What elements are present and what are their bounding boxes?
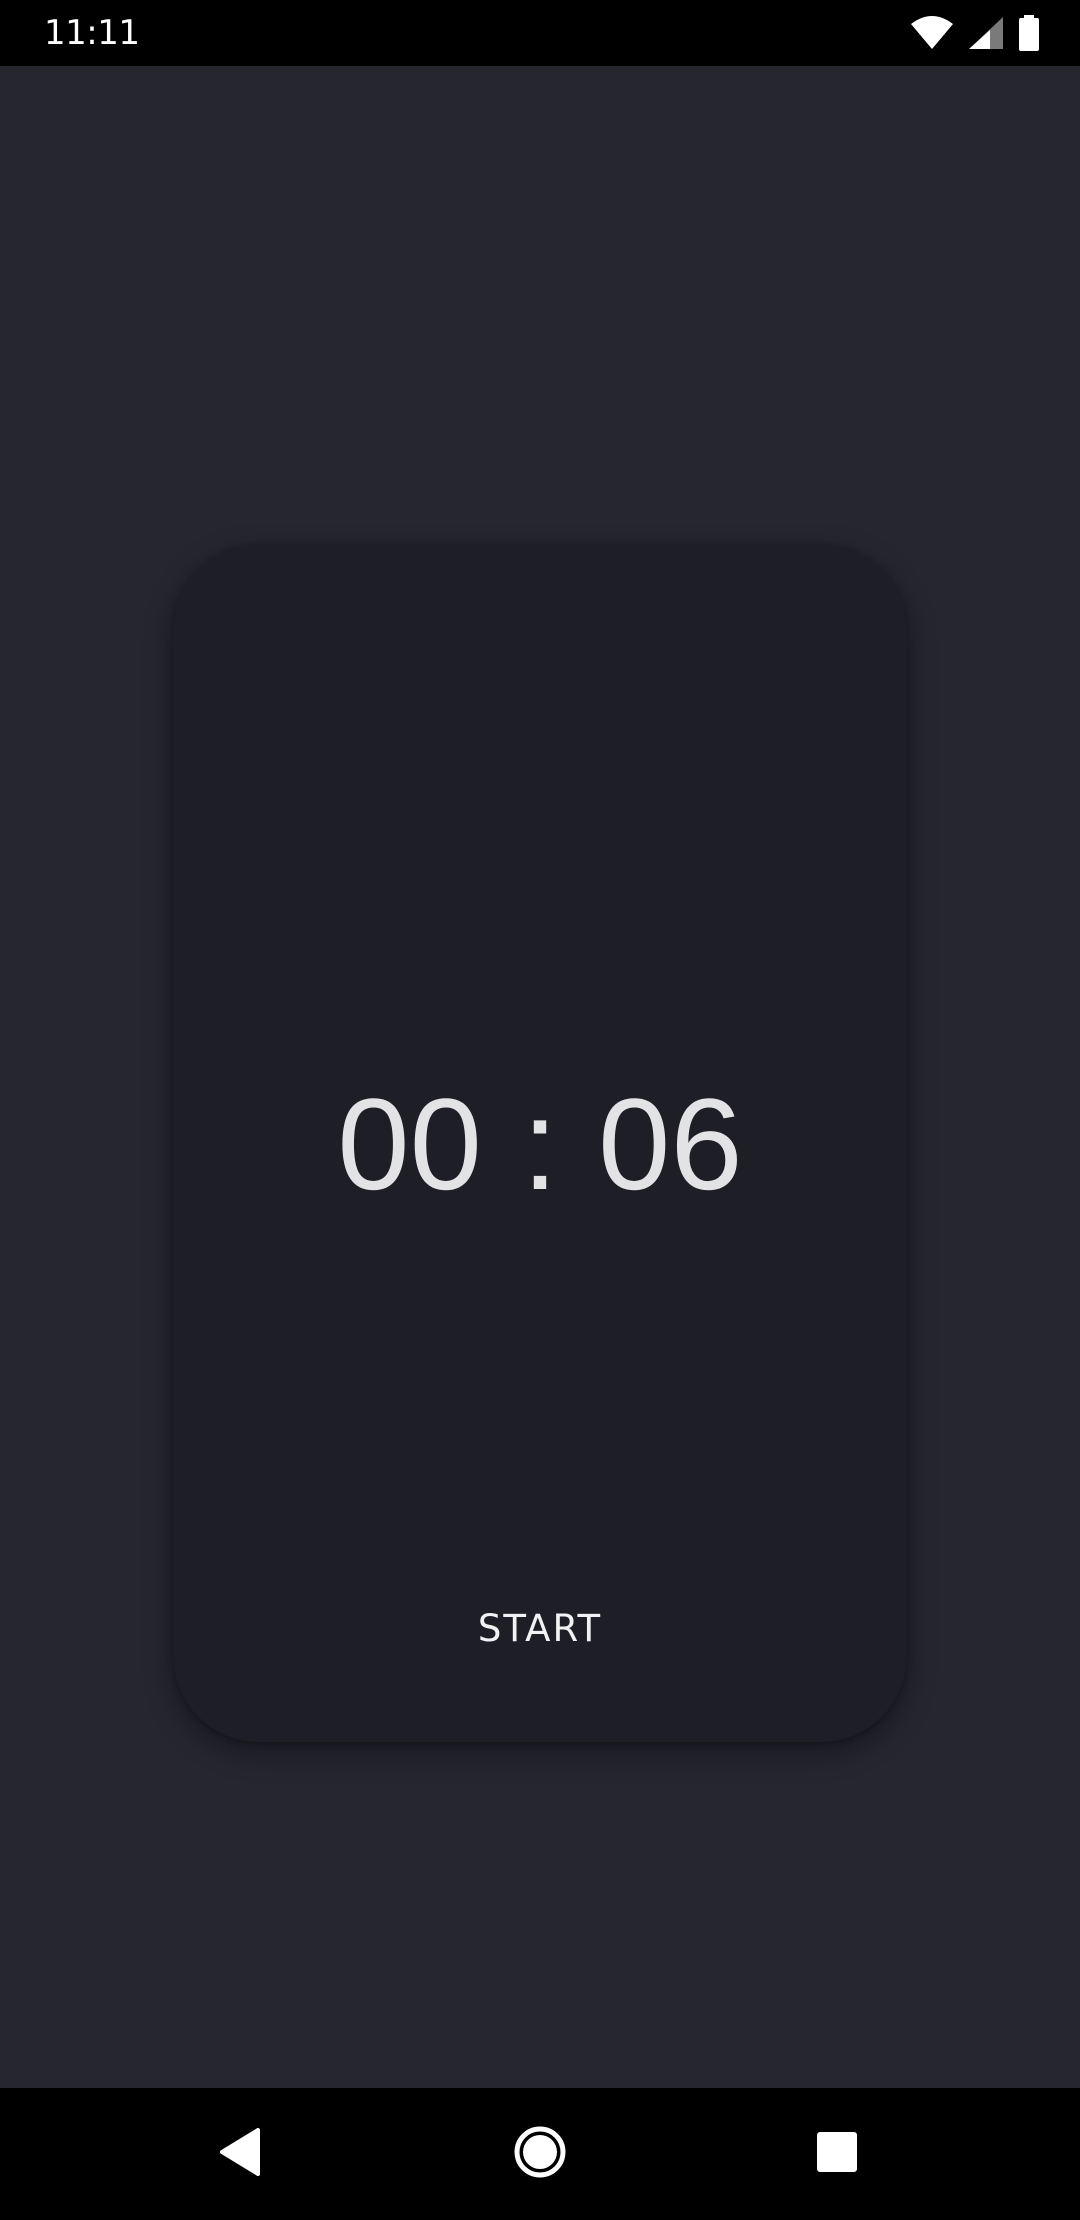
recents-button[interactable] [801, 2118, 873, 2190]
wifi-icon [910, 16, 954, 50]
battery-icon [1018, 15, 1040, 51]
navigation-bar [0, 2088, 1080, 2220]
status-time: 11:11 [44, 13, 140, 53]
timer-seconds: 06 [598, 1071, 743, 1217]
start-button[interactable]: START [390, 1596, 690, 1662]
timer-minutes: 00 [337, 1071, 482, 1217]
back-icon [218, 2127, 262, 2181]
cellular-signal-icon [968, 16, 1004, 50]
timer-card: 00 : 06 START [173, 544, 907, 1742]
back-button[interactable] [204, 2118, 276, 2190]
status-icons [910, 14, 1040, 52]
app-content: 00 : 06 START [0, 66, 1080, 2088]
timer-display: 00 : 06 [173, 1074, 907, 1214]
recents-icon [816, 2131, 858, 2177]
home-icon [514, 2126, 566, 2182]
status-bar: 11:11 [0, 0, 1080, 66]
timer-separator: : [521, 1071, 559, 1217]
home-button[interactable] [504, 2118, 576, 2190]
